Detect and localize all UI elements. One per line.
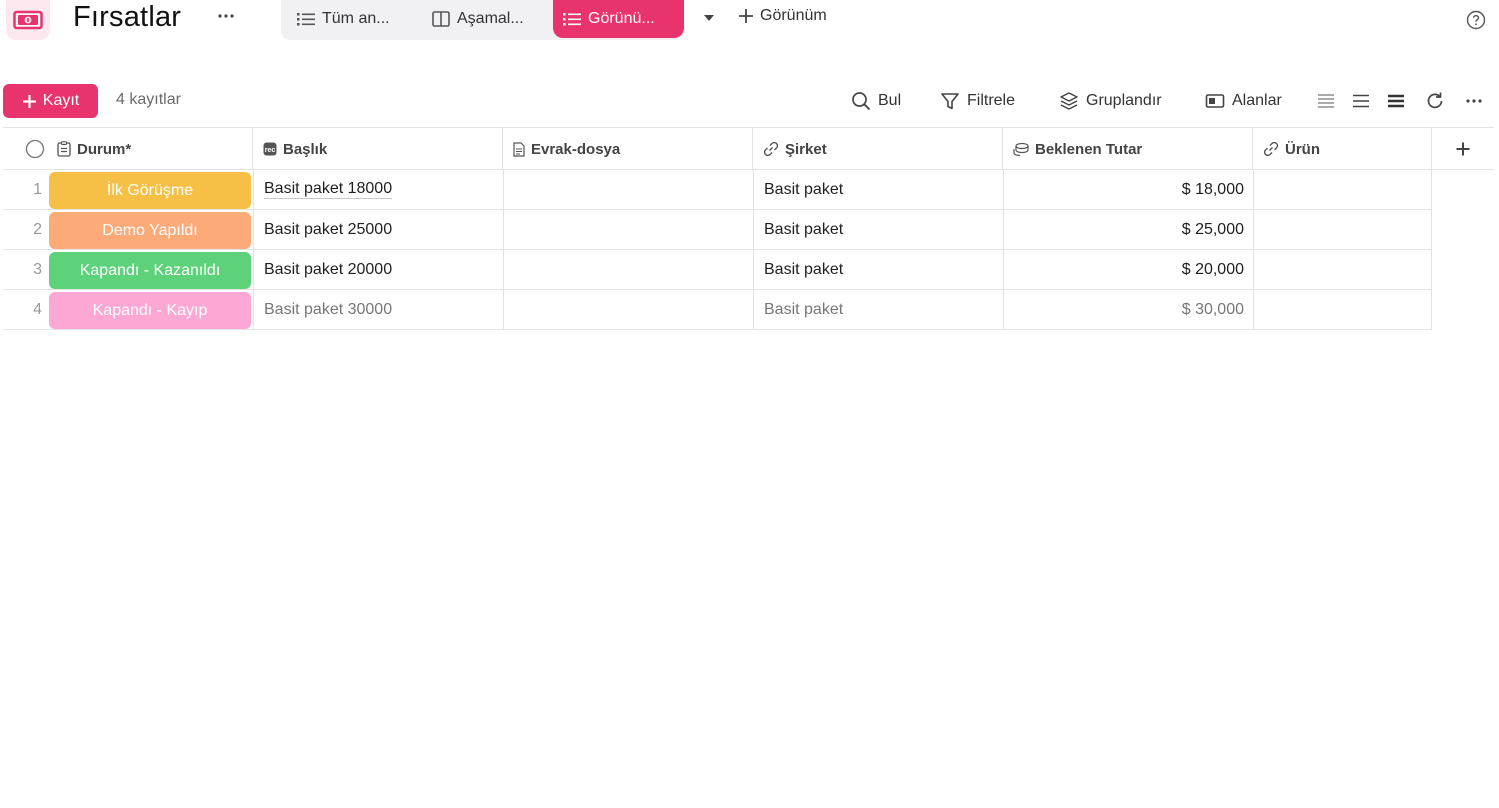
document-cell[interactable] xyxy=(503,250,753,289)
column-header-title[interactable]: rec Başlık xyxy=(253,128,503,170)
select-all-checkbox[interactable] xyxy=(25,139,45,159)
company-cell[interactable]: Basit paket xyxy=(753,290,1003,329)
column-header-company[interactable]: Şirket xyxy=(753,128,1003,170)
tab-view-all[interactable]: Tüm an... xyxy=(287,0,400,38)
svg-text:rec: rec xyxy=(265,147,276,154)
text-field-icon: rec xyxy=(263,142,277,156)
document-cell[interactable] xyxy=(503,210,753,249)
link-icon xyxy=(763,141,779,157)
table-header: Durum* rec Başlık Evrak-dosya Şirket Bek… xyxy=(3,127,1494,170)
group-label: Gruplandır xyxy=(1086,92,1162,109)
kanban-icon xyxy=(432,11,450,27)
currency-icon xyxy=(1013,142,1029,156)
title-cell[interactable]: Basit paket 20000 xyxy=(253,250,503,289)
status-badge[interactable]: İlk Görüşme xyxy=(49,172,251,209)
status-badge[interactable]: Kapandı - Kazanıldı xyxy=(49,252,251,289)
row-height-medium-icon[interactable] xyxy=(1349,89,1373,113)
table-row[interactable]: 3 Kapandı - Kazanıldı Basit paket 20000 … xyxy=(3,250,1432,290)
fields-label: Alanlar xyxy=(1232,92,1282,109)
tab-label: Aşamal... xyxy=(457,10,524,27)
table-row[interactable]: 1 İlk Görüşme Basit paket 18000 Basit pa… xyxy=(3,170,1432,210)
status-badge[interactable]: Kapandı - Kayıp xyxy=(49,292,251,329)
document-icon xyxy=(513,141,525,157)
fields-button[interactable]: Alanlar xyxy=(1205,89,1282,113)
tab-label: Tüm an... xyxy=(322,10,390,27)
column-header-document[interactable]: Evrak-dosya xyxy=(503,128,753,170)
company-cell[interactable]: Basit paket xyxy=(753,210,1003,249)
top-bar: Fırsatlar Tüm an... Aşamal... Görünü... … xyxy=(0,0,1499,40)
column-header-status[interactable]: Durum* xyxy=(3,128,253,170)
document-cell[interactable] xyxy=(503,290,753,329)
product-cell[interactable] xyxy=(1253,290,1432,329)
tab-view-active[interactable]: Görünü... xyxy=(553,0,684,38)
tab-label: Görünü... xyxy=(588,10,655,27)
money-icon[interactable] xyxy=(6,0,50,40)
row-number: 1 xyxy=(33,180,42,198)
column-label: Durum* xyxy=(77,140,132,158)
product-cell[interactable] xyxy=(1253,210,1432,249)
row-height-tall-icon[interactable] xyxy=(1384,89,1408,113)
table-row[interactable]: 2 Demo Yapıldı Basit paket 25000 Basit p… xyxy=(3,210,1432,250)
filter-label: Filtrele xyxy=(967,92,1016,109)
search-icon xyxy=(852,92,871,111)
find-button[interactable]: Bul xyxy=(851,89,901,113)
title-cell[interactable]: Basit paket 30000 xyxy=(253,290,503,329)
more-options-icon[interactable] xyxy=(214,4,238,28)
amount-cell[interactable]: $ 18,000 xyxy=(1003,170,1253,209)
add-view-label: Görünüm xyxy=(760,7,827,24)
row-number: 2 xyxy=(33,220,42,238)
add-record-label: Kayıt xyxy=(42,92,80,109)
fields-icon xyxy=(1205,94,1225,108)
more-options-icon[interactable] xyxy=(1462,89,1486,113)
column-label: Başlık xyxy=(283,140,328,158)
layers-icon xyxy=(1060,92,1078,110)
filter-icon xyxy=(941,93,959,110)
help-icon[interactable] xyxy=(1466,10,1486,30)
record-count: 4 kayıtlar xyxy=(116,91,181,108)
form-icon xyxy=(57,141,71,157)
column-label: Beklenen Tutar xyxy=(1035,140,1143,158)
plus-icon xyxy=(1456,142,1469,156)
group-button[interactable]: Gruplandır xyxy=(1059,89,1162,113)
view-tabs: Tüm an... Aşamal... Görünü... xyxy=(281,0,685,40)
company-cell[interactable]: Basit paket xyxy=(753,250,1003,289)
column-header-expected-amount[interactable]: Beklenen Tutar xyxy=(1003,128,1253,170)
product-cell[interactable] xyxy=(1253,250,1432,289)
amount-cell[interactable]: $ 30,000 xyxy=(1003,290,1253,329)
column-header-product[interactable]: Ürün xyxy=(1253,128,1432,170)
refresh-icon[interactable] xyxy=(1423,89,1447,113)
column-label: Evrak-dosya xyxy=(531,140,621,158)
row-number: 3 xyxy=(33,260,42,278)
amount-cell[interactable]: $ 25,000 xyxy=(1003,210,1253,249)
filter-button[interactable]: Filtrele xyxy=(940,89,1015,113)
list-icon xyxy=(297,13,315,26)
title-cell[interactable]: Basit paket 18000 xyxy=(253,170,503,209)
title-cell[interactable]: Basit paket 25000 xyxy=(253,210,503,249)
add-record-button[interactable]: Kayıt xyxy=(3,84,98,118)
link-icon xyxy=(1263,141,1279,157)
add-column-button[interactable] xyxy=(1431,128,1494,170)
find-label: Bul xyxy=(878,92,902,109)
tab-view-stages[interactable]: Aşamal... xyxy=(422,0,534,38)
product-cell[interactable] xyxy=(1253,170,1432,209)
add-view-button[interactable]: Görünüm xyxy=(738,7,827,25)
table-row[interactable]: 4 Kapandı - Kayıp Basit paket 30000 Basi… xyxy=(3,290,1432,330)
column-label: Şirket xyxy=(785,140,827,158)
page-title: Fırsatlar xyxy=(73,1,182,33)
row-height-short-icon[interactable] xyxy=(1314,89,1338,113)
company-cell[interactable]: Basit paket xyxy=(753,170,1003,209)
list-icon xyxy=(563,13,581,26)
column-label: Ürün xyxy=(1285,140,1320,158)
amount-cell[interactable]: $ 20,000 xyxy=(1003,250,1253,289)
title-link[interactable]: Basit paket 18000 xyxy=(264,180,393,199)
document-cell[interactable] xyxy=(503,170,753,209)
row-number: 4 xyxy=(33,300,42,318)
plus-icon xyxy=(739,9,753,23)
status-badge[interactable]: Demo Yapıldı xyxy=(49,212,251,249)
chevron-down-icon[interactable] xyxy=(698,8,720,28)
plus-icon xyxy=(22,94,36,108)
